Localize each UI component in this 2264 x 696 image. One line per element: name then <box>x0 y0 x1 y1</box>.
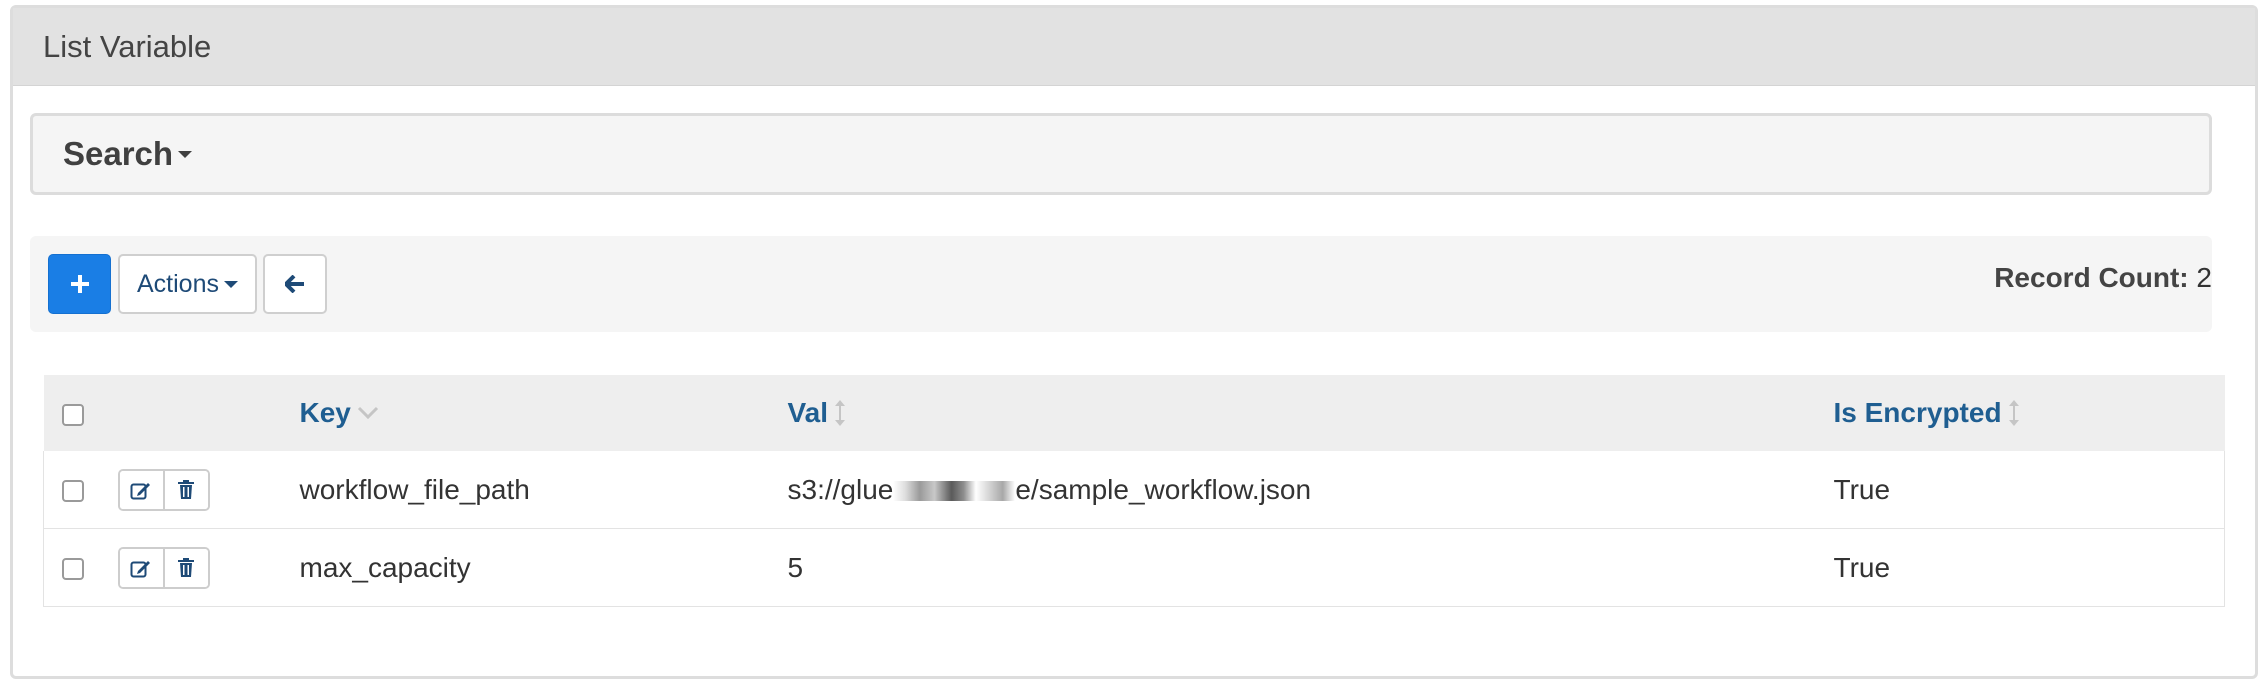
caret-down-icon <box>223 280 238 288</box>
edit-icon <box>130 560 150 577</box>
toolbar: Actions Record Count: 2 <box>30 236 2212 332</box>
trash-icon <box>178 557 194 577</box>
redacted-region <box>893 481 1016 502</box>
panel-title: List Variable <box>43 28 212 64</box>
sort-icon <box>834 399 846 427</box>
cell-key: workflow_file_path <box>299 451 788 529</box>
cell-key: max_capacity <box>299 528 788 607</box>
cell-val: 5 <box>787 528 1834 607</box>
back-button[interactable] <box>263 254 327 314</box>
table-row: workflow_file_path s3://glue e/sample_wor… <box>43 451 2225 529</box>
edit-button[interactable] <box>119 548 163 587</box>
edit-icon <box>130 482 150 499</box>
table-row: max_capacity 5 True <box>43 528 2225 607</box>
actions-label: Actions <box>137 269 219 298</box>
cell-is-encrypted: True <box>1833 451 2225 529</box>
val-text-start: s3://glue <box>787 473 894 505</box>
arrow-left-icon <box>285 275 304 293</box>
plus-icon <box>70 275 89 293</box>
column-label: Is Encrypted <box>1833 397 2002 428</box>
panel-heading: List Variable <box>13 8 2255 86</box>
edit-button[interactable] <box>119 470 163 509</box>
record-count: Record Count: 2 <box>1994 262 2212 294</box>
row-action-buttons <box>117 468 210 511</box>
column-label: Val <box>787 397 828 428</box>
table-header-row: Key Val Is Encrypted <box>43 375 2225 451</box>
trash-icon <box>178 479 194 499</box>
row-action-buttons <box>117 546 210 589</box>
column-header-is-encrypted[interactable]: Is Encrypted <box>1834 397 2020 429</box>
sort-icon <box>2008 399 2020 427</box>
search-toggle[interactable]: Search <box>30 113 2212 195</box>
delete-button[interactable] <box>162 470 208 509</box>
column-header-key[interactable]: Key <box>300 397 379 429</box>
chevron-down-icon <box>357 406 379 420</box>
actions-dropdown-button[interactable]: Actions <box>118 254 257 314</box>
delete-button[interactable] <box>162 548 208 587</box>
row-checkbox[interactable] <box>62 480 84 503</box>
add-button[interactable] <box>48 254 111 314</box>
cell-is-encrypted: True <box>1833 528 2225 607</box>
cell-val: s3://glue e/sample_workflow.json <box>787 451 1834 529</box>
column-label: Key <box>299 397 351 428</box>
record-count-value: 2 <box>2196 262 2212 293</box>
column-header-val[interactable]: Val <box>788 397 846 429</box>
select-all-checkbox[interactable] <box>61 403 84 426</box>
caret-down-icon <box>178 150 193 158</box>
row-checkbox[interactable] <box>62 558 84 581</box>
record-count-label: Record Count: <box>1994 262 2189 293</box>
val-text-end: e/sample_workflow.json <box>1015 473 1312 505</box>
search-label: Search <box>63 135 174 172</box>
variables-table: Key Val Is Encrypted workflow_file_path … <box>43 375 2225 607</box>
